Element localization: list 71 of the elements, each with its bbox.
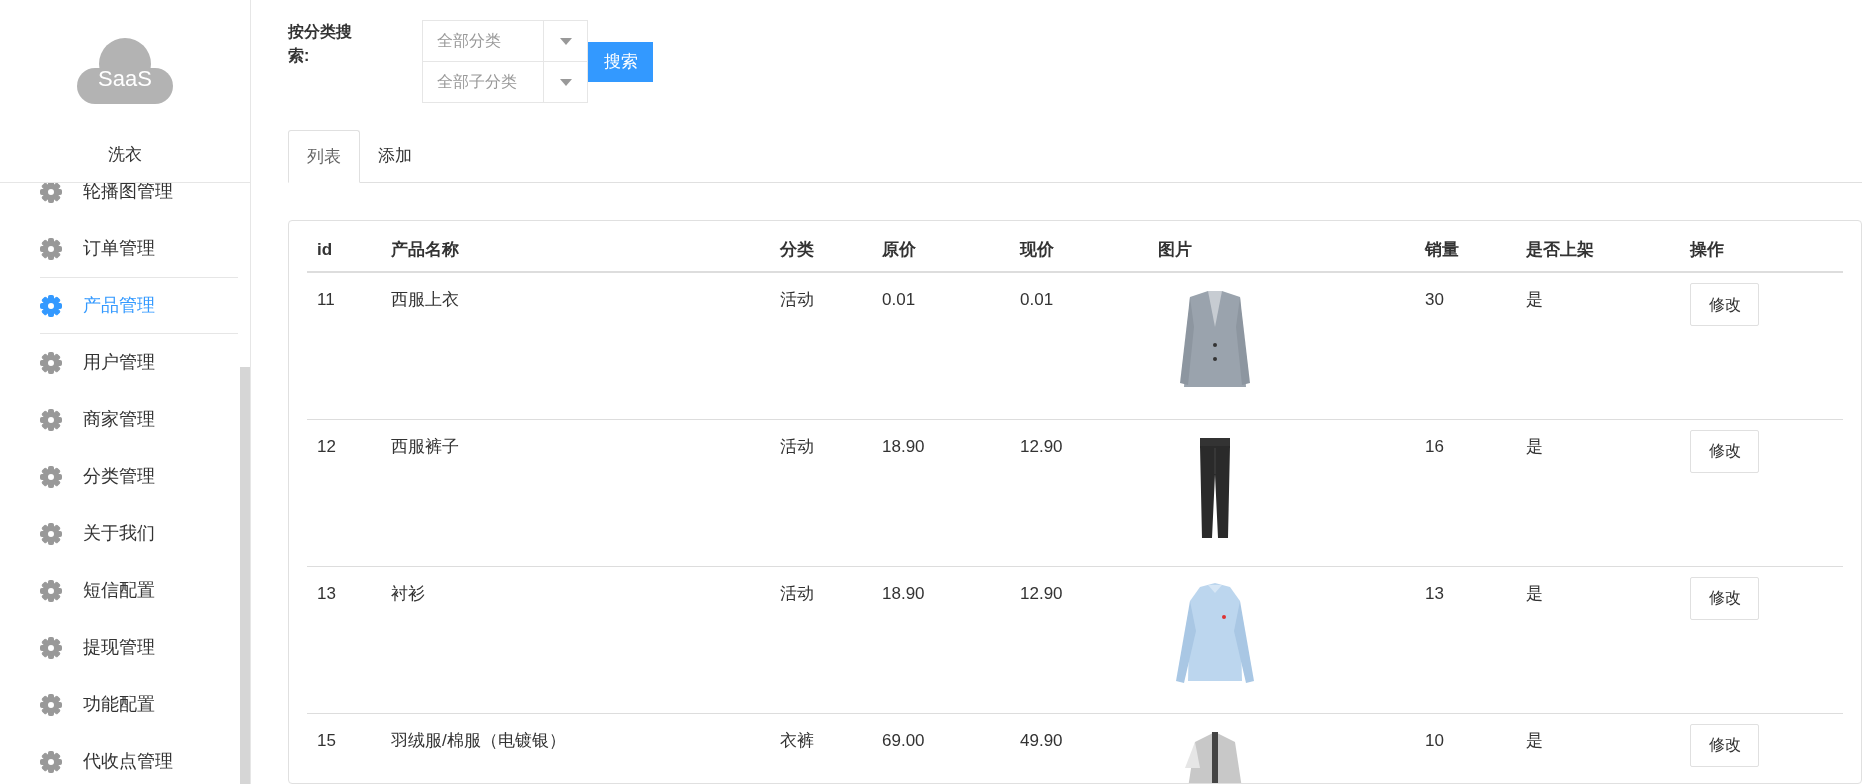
table-cell: 活动 [770,566,872,713]
sidebar-item[interactable]: 轮播图管理 [40,183,238,220]
table-cell: 16 [1415,419,1516,566]
sidebar-item[interactable]: 短信配置 [40,562,238,619]
gear-icon [40,636,62,659]
column-header: id [307,231,381,272]
table-cell: 30 [1415,272,1516,419]
table-cell: 0.01 [1010,272,1148,419]
gear-icon [40,183,62,203]
sidebar-item[interactable]: 用户管理 [40,334,238,391]
gear-icon [40,522,62,545]
gear-icon [40,294,62,317]
sidebar-item[interactable]: 功能配置 [40,676,238,733]
sidebar-item[interactable]: 代收点管理 [40,733,238,784]
gear-icon [40,750,62,773]
table-cell: 衬衫 [381,566,770,713]
gear-icon [40,237,62,260]
column-header: 操作 [1680,231,1843,272]
sidebar-item[interactable]: 关于我们 [40,505,238,562]
table-cell: 西服上衣 [381,272,770,419]
table-cell: 18.90 [872,566,1010,713]
table-cell: 西服裤子 [381,419,770,566]
table-cell: 12.90 [1010,419,1148,566]
table-cell: 0.01 [872,272,1010,419]
caret-icon [559,78,572,86]
gear-icon [40,579,62,602]
edit-button[interactable]: 修改 [1690,429,1759,473]
table-cell: 活动 [770,419,872,566]
table-cell: 12.90 [1010,566,1148,713]
table-cell: 是 [1516,419,1680,566]
table-cell: 是 [1516,566,1680,713]
table-cell: 13 [307,566,381,713]
table-cell: 49.90 [1010,713,1148,783]
table-cell: 18.90 [872,419,1010,566]
sidebar-item[interactable]: 商家管理 [40,391,238,448]
edit-button[interactable]: 修改 [1690,283,1759,326]
table-cell: 15 [307,713,381,783]
column-header: 原价 [872,231,1010,272]
edit-button[interactable]: 修改 [1690,576,1759,620]
gear-icon [40,465,62,488]
table-cell: 衣裤 [770,713,872,783]
table-cell: 活动 [770,272,872,419]
tab[interactable]: 列表 [288,130,360,183]
tab[interactable]: 添加 [360,129,430,182]
gear-icon [40,351,62,374]
column-header: 产品名称 [381,231,770,272]
column-header: 是否上架 [1516,231,1680,272]
table-cell: 是 [1516,713,1680,783]
column-header: 现价 [1010,231,1148,272]
logo-text: SaaS [97,66,153,92]
column-header: 销量 [1415,231,1516,272]
sidebar-item[interactable]: 订单管理 [40,220,238,277]
table-cell: 是 [1516,272,1680,419]
gear-icon [40,693,62,716]
table-cell: 69.00 [872,713,1010,783]
scrollbar[interactable] [240,367,250,784]
column-header: 分类 [770,231,872,272]
brand-name: 洗衣 [108,144,142,166]
table-cell: 12 [307,419,381,566]
caret-icon [559,37,572,45]
sidebar-item[interactable]: 提现管理 [40,619,238,676]
column-header: 图片 [1148,231,1415,272]
edit-button[interactable]: 修改 [1690,723,1759,767]
sidebar-item[interactable]: 分类管理 [40,448,238,505]
cloud-icon [77,36,173,104]
table-cell: 10 [1415,713,1516,783]
gear-icon [40,408,62,431]
table-cell: 11 [307,272,381,419]
table-cell: 羽绒服/棉服（电镀银） [381,713,770,783]
search-label: 按分类搜索: [288,22,353,66]
table-cell: 13 [1415,566,1516,713]
